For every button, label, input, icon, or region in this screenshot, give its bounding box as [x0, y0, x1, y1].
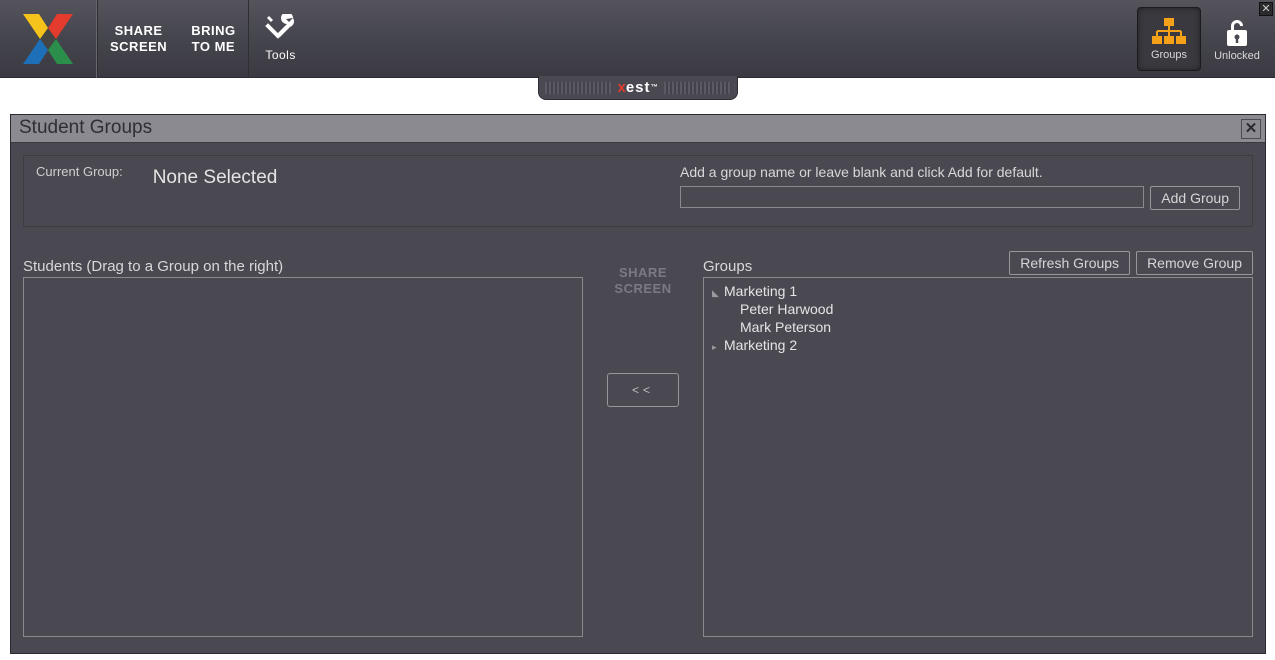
dialog-body: Current Group: None Selected Add a group…	[11, 143, 1265, 653]
group-item-label: Marketing 1	[724, 283, 797, 299]
group-member-item[interactable]: Peter Harwood	[712, 300, 1244, 318]
dialog-titlebar: Student Groups ✕	[11, 115, 1265, 143]
group-member-item[interactable]: Mark Peterson	[712, 318, 1244, 336]
remove-group-button[interactable]: Remove Group	[1136, 251, 1253, 275]
tools-label: Tools	[263, 47, 299, 63]
current-group: Current Group: None Selected	[36, 164, 277, 218]
add-group-button[interactable]: Add Group	[1150, 186, 1240, 210]
student-groups-dialog: Student Groups ✕ Current Group: None Sel…	[10, 114, 1266, 654]
middle-column: SHARE SCREEN <<	[583, 249, 703, 641]
top-panel: Current Group: None Selected Add a group…	[23, 155, 1253, 227]
current-group-value: None Selected	[153, 164, 278, 189]
groups-header: Groups	[703, 258, 752, 275]
refresh-groups-button[interactable]: Refresh Groups	[1009, 251, 1130, 275]
brand-text: xest™	[617, 79, 657, 96]
share-screen-disabled: SHARE SCREEN	[614, 265, 671, 297]
lock-toggle-label: Unlocked	[1214, 50, 1260, 62]
logo-x-icon	[23, 14, 73, 64]
bring-to-me-button[interactable]: BRING TO ME	[179, 0, 247, 78]
main-toolbar: SHARE SCREEN BRING TO ME Tools	[0, 0, 1275, 78]
brand-x: x	[617, 79, 625, 96]
tools-icon	[263, 14, 299, 44]
groups-column: Groups Refresh Groups Remove Group ◣ Mark…	[703, 249, 1253, 641]
lock-toggle-button[interactable]: Unlocked	[1205, 7, 1269, 71]
dialog-title-text: Student Groups	[19, 117, 152, 138]
share-screen-label: SHARE SCREEN	[110, 23, 167, 55]
bring-to-me-label: BRING TO ME	[191, 23, 235, 55]
groups-icon	[1152, 17, 1186, 47]
body-grid: Students (Drag to a Group on the right) …	[23, 249, 1253, 641]
chevron-right-icon[interactable]: ▸	[712, 342, 720, 353]
current-group-label: Current Group:	[36, 164, 123, 179]
window-close-button[interactable]: ✕	[1259, 2, 1273, 16]
group-name-input[interactable]	[680, 186, 1144, 208]
tab-stripes	[545, 82, 612, 94]
students-header: Students (Drag to a Group on the right)	[23, 258, 283, 275]
tab-stripes	[664, 82, 731, 94]
group-item-label: Marketing 2	[724, 337, 797, 353]
students-column: Students (Drag to a Group on the right)	[23, 249, 583, 641]
add-group-column: Add a group name or leave blank and clic…	[680, 164, 1240, 218]
brand-rest: est	[626, 79, 651, 96]
groups-toggle-button[interactable]: Groups	[1137, 7, 1201, 71]
app-logo	[0, 0, 97, 78]
unlocked-icon	[1223, 16, 1251, 48]
toolbar-right: Groups Unlocked	[1137, 4, 1269, 74]
chevron-down-icon[interactable]: ◣	[712, 288, 720, 299]
groups-toggle-label: Groups	[1151, 49, 1187, 61]
brand-tab[interactable]: xest™	[538, 76, 738, 100]
group-item[interactable]: ◣ Marketing 1	[712, 282, 1244, 300]
groups-listbox[interactable]: ◣ Marketing 1Peter HarwoodMark Peterson ▸ M…	[703, 277, 1253, 637]
add-group-hint: Add a group name or leave blank and clic…	[680, 164, 1240, 180]
dialog-close-button[interactable]: ✕	[1241, 119, 1261, 139]
tools-button[interactable]: Tools	[249, 0, 313, 78]
brand-tm: ™	[651, 84, 658, 91]
move-left-button[interactable]: <<	[607, 373, 679, 407]
group-item[interactable]: ▸ Marketing 2	[712, 336, 1244, 354]
share-screen-button[interactable]: SHARE SCREEN	[98, 0, 179, 78]
students-listbox[interactable]	[23, 277, 583, 637]
